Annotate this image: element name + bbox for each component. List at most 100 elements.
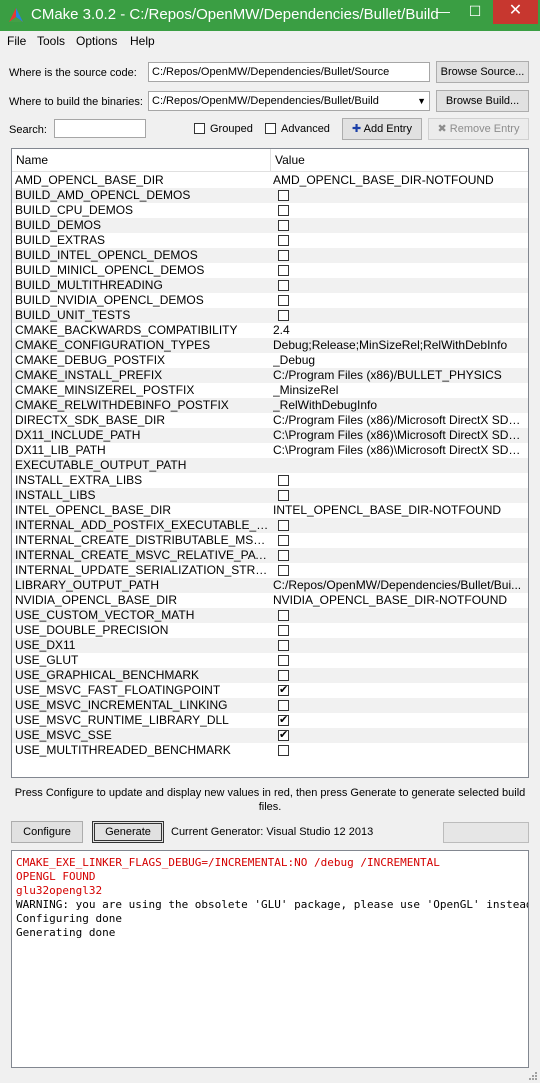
cell-value[interactable]: _RelWithDebugInfo <box>273 398 526 413</box>
configure-button[interactable]: Configure <box>11 821 83 843</box>
table-row[interactable]: USE_MSVC_RUNTIME_LIBRARY_DLL ✔ <box>12 713 528 728</box>
table-row[interactable]: BUILD_NVIDIA_OPENCL_DEMOS <box>12 293 528 308</box>
cell-checkbox[interactable]: ✔ <box>278 729 289 741</box>
cell-checkbox[interactable] <box>278 565 289 576</box>
cell-value[interactable]: C:\Program Files (x86)\Microsoft DirectX… <box>273 443 526 458</box>
menu-file[interactable]: File <box>7 34 26 48</box>
table-row[interactable]: DX11_LIB_PATH C:\Program Files (x86)\Micr… <box>12 443 528 458</box>
cell-checkbox[interactable] <box>278 280 289 291</box>
table-row[interactable]: USE_DX11 <box>12 638 528 653</box>
cell-checkbox[interactable] <box>278 190 289 201</box>
browse-source-button[interactable]: Browse Source... <box>436 61 529 83</box>
remove-entry-button[interactable]: ✖ Remove Entry <box>428 118 529 140</box>
table-row[interactable]: USE_MSVC_SSE ✔ <box>12 728 528 743</box>
cell-value[interactable]: INTEL_OPENCL_BASE_DIR-NOTFOUND <box>273 503 526 518</box>
table-row[interactable]: USE_GRAPHICAL_BENCHMARK <box>12 668 528 683</box>
table-row[interactable]: BUILD_EXTRAS <box>12 233 528 248</box>
add-entry-button[interactable]: ✚ Add Entry <box>342 118 422 140</box>
table-row[interactable]: DX11_INCLUDE_PATH C:\Program Files (x86)\… <box>12 428 528 443</box>
cell-checkbox[interactable] <box>278 490 289 501</box>
browse-build-button[interactable]: Browse Build... <box>436 90 529 112</box>
cell-checkbox[interactable] <box>278 670 289 681</box>
close-button[interactable]: ✕ <box>493 0 538 24</box>
table-row[interactable]: USE_DOUBLE_PRECISION <box>12 623 528 638</box>
table-row[interactable]: CMAKE_CONFIGURATION_TYPES Debug;Release;M… <box>12 338 528 353</box>
table-row[interactable]: CMAKE_INSTALL_PREFIX C:/Program Files (x8… <box>12 368 528 383</box>
menu-tools[interactable]: Tools <box>37 34 65 48</box>
table-row[interactable]: CMAKE_DEBUG_POSTFIX _Debug <box>12 353 528 368</box>
table-row[interactable]: BUILD_INTEL_OPENCL_DEMOS <box>12 248 528 263</box>
cell-value[interactable]: 2.4 <box>273 323 526 338</box>
cell-checkbox[interactable] <box>278 295 289 306</box>
menu-help[interactable]: Help <box>130 34 155 48</box>
generate-button[interactable]: Generate <box>92 821 164 843</box>
table-row[interactable]: USE_MULTITHREADED_BENCHMARK <box>12 743 528 758</box>
build-path-combo[interactable]: C:/Repos/OpenMW/Dependencies/Bullet/Buil… <box>148 91 430 111</box>
table-row[interactable]: BUILD_UNIT_TESTS <box>12 308 528 323</box>
table-row[interactable]: USE_MSVC_INCREMENTAL_LINKING <box>12 698 528 713</box>
table-row[interactable]: EXECUTABLE_OUTPUT_PATH <box>12 458 528 473</box>
cell-value[interactable]: C:\Program Files (x86)\Microsoft DirectX… <box>273 428 526 443</box>
cell-checkbox[interactable] <box>278 310 289 321</box>
table-row[interactable]: BUILD_MINICL_OPENCL_DEMOS <box>12 263 528 278</box>
cell-checkbox[interactable] <box>278 700 289 711</box>
cell-checkbox[interactable] <box>278 640 289 651</box>
cell-checkbox[interactable] <box>278 235 289 246</box>
dropdown-arrow-icon[interactable]: ▼ <box>417 92 426 110</box>
search-input[interactable] <box>54 119 146 138</box>
table-row[interactable]: USE_MSVC_FAST_FLOATINGPOINT ✔ <box>12 683 528 698</box>
output-log[interactable]: CMAKE_EXE_LINKER_FLAGS_DEBUG=/INCREMENTA… <box>11 850 529 1068</box>
source-path-input[interactable]: C:/Repos/OpenMW/Dependencies/Bullet/Sour… <box>148 62 430 82</box>
title-bar[interactable]: CMake 3.0.2 - C:/Repos/OpenMW/Dependenci… <box>0 0 540 31</box>
header-name[interactable]: Name <box>16 153 48 167</box>
advanced-checkbox[interactable] <box>265 123 276 134</box>
cell-checkbox[interactable] <box>278 520 289 531</box>
cell-value[interactable]: C:/Repos/OpenMW/Dependencies/Bullet/Bui.… <box>273 578 526 593</box>
cell-value[interactable]: NVIDIA_OPENCL_BASE_DIR-NOTFOUND <box>273 593 526 608</box>
table-row[interactable]: BUILD_AMD_OPENCL_DEMOS <box>12 188 528 203</box>
table-row[interactable]: AMD_OPENCL_BASE_DIR AMD_OPENCL_BASE_DIR-N… <box>12 173 528 188</box>
table-row[interactable]: INTERNAL_CREATE_DISTRIBUTABLE_MSVC_P... <box>12 533 528 548</box>
cell-value[interactable]: _MinsizeRel <box>273 383 526 398</box>
table-row[interactable]: BUILD_DEMOS <box>12 218 528 233</box>
column-divider[interactable] <box>270 149 271 172</box>
cache-table[interactable]: Name Value AMD_OPENCL_BASE_DIR AMD_OPENCL… <box>11 148 529 778</box>
cell-checkbox[interactable] <box>278 625 289 636</box>
cell-checkbox[interactable] <box>278 610 289 621</box>
cell-checkbox[interactable] <box>278 265 289 276</box>
minimize-button[interactable]: — <box>428 0 458 24</box>
table-row[interactable]: INTEL_OPENCL_BASE_DIR INTEL_OPENCL_BASE_D… <box>12 503 528 518</box>
cell-checkbox[interactable]: ✔ <box>278 684 289 696</box>
cell-checkbox[interactable] <box>278 655 289 666</box>
cell-checkbox[interactable] <box>278 250 289 261</box>
table-row[interactable]: NVIDIA_OPENCL_BASE_DIR NVIDIA_OPENCL_BASE… <box>12 593 528 608</box>
table-row[interactable]: USE_CUSTOM_VECTOR_MATH <box>12 608 528 623</box>
table-row[interactable]: LIBRARY_OUTPUT_PATH C:/Repos/OpenMW/Depen… <box>12 578 528 593</box>
cell-checkbox[interactable] <box>278 535 289 546</box>
cell-value[interactable]: _Debug <box>273 353 526 368</box>
table-row[interactable]: DIRECTX_SDK_BASE_DIR C:/Program Files (x8… <box>12 413 528 428</box>
cell-checkbox[interactable] <box>278 220 289 231</box>
table-row[interactable]: BUILD_CPU_DEMOS <box>12 203 528 218</box>
cell-checkbox[interactable] <box>278 475 289 486</box>
table-row[interactable]: USE_GLUT <box>12 653 528 668</box>
table-row[interactable]: CMAKE_BACKWARDS_COMPATIBILITY 2.4 <box>12 323 528 338</box>
cell-value[interactable]: AMD_OPENCL_BASE_DIR-NOTFOUND <box>273 173 526 188</box>
menu-options[interactable]: Options <box>76 34 117 48</box>
cell-value[interactable]: C:/Program Files (x86)/BULLET_PHYSICS <box>273 368 526 383</box>
table-row[interactable]: INTERNAL_CREATE_MSVC_RELATIVE_PATH_P... <box>12 548 528 563</box>
cell-checkbox[interactable]: ✔ <box>278 714 289 726</box>
cell-value[interactable]: C:/Program Files (x86)/Microsoft DirectX… <box>273 413 526 428</box>
table-row[interactable]: CMAKE_RELWITHDEBINFO_POSTFIX _RelWithDebu… <box>12 398 528 413</box>
grouped-checkbox[interactable] <box>194 123 205 134</box>
cell-checkbox[interactable] <box>278 550 289 561</box>
table-row[interactable]: CMAKE_MINSIZEREL_POSTFIX _MinsizeRel <box>12 383 528 398</box>
table-row[interactable]: INTERNAL_ADD_POSTFIX_EXECUTABLE_NAMES <box>12 518 528 533</box>
resize-grip-icon[interactable] <box>528 1071 538 1081</box>
table-row[interactable]: BUILD_MULTITHREADING <box>12 278 528 293</box>
header-value[interactable]: Value <box>275 153 305 167</box>
maximize-button[interactable]: ☐ <box>460 0 490 24</box>
cell-checkbox[interactable] <box>278 745 289 756</box>
cell-value[interactable]: Debug;Release;MinSizeRel;RelWithDebInfo <box>273 338 526 353</box>
table-row[interactable]: INTERNAL_UPDATE_SERIALIZATION_STRUCT... <box>12 563 528 578</box>
